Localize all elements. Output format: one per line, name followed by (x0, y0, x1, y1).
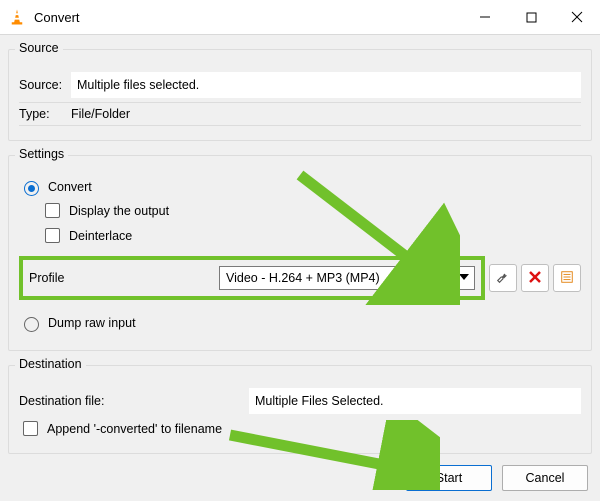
settings-legend: Settings (15, 147, 68, 161)
maximize-button[interactable] (508, 0, 554, 34)
profile-label: Profile (29, 271, 209, 285)
source-label: Source: (19, 78, 71, 92)
edit-profile-button[interactable] (489, 264, 517, 292)
destination-file-label: Destination file: (19, 394, 249, 408)
source-field[interactable] (71, 72, 581, 98)
append-row[interactable]: Append '-converted' to filename (19, 418, 581, 439)
start-button[interactable]: Start (406, 465, 492, 491)
vlc-cone-icon (8, 8, 26, 26)
display-output-row[interactable]: Display the output (41, 200, 581, 221)
wrench-icon (496, 270, 510, 287)
window-title: Convert (34, 10, 80, 25)
deinterlace-row[interactable]: Deinterlace (41, 225, 581, 246)
append-label: Append '-converted' to filename (47, 422, 222, 436)
dump-radio-label: Dump raw input (48, 316, 136, 330)
destination-group: Destination Destination file: Append '-c… (8, 365, 592, 454)
destination-file-field[interactable] (249, 388, 581, 414)
append-checkbox[interactable] (23, 421, 38, 436)
profile-value: Video - H.264 + MP3 (MP4) (226, 271, 380, 285)
dialog-footer: Start Cancel (406, 465, 588, 491)
profile-select[interactable]: Video - H.264 + MP3 (MP4) (219, 266, 475, 290)
divider (19, 102, 581, 103)
source-legend: Source (15, 41, 63, 55)
convert-radio-label: Convert (48, 180, 92, 194)
source-group: Source Source: Type: File/Folder (8, 49, 592, 141)
close-button[interactable] (554, 0, 600, 34)
x-icon (529, 271, 541, 286)
minimize-button[interactable] (462, 0, 508, 34)
titlebar: Convert (0, 0, 600, 35)
new-profile-icon (560, 270, 574, 287)
delete-profile-button[interactable] (521, 264, 549, 292)
cancel-button[interactable]: Cancel (502, 465, 588, 491)
display-output-label: Display the output (69, 204, 169, 218)
display-output-checkbox[interactable] (45, 203, 60, 218)
type-value: File/Folder (71, 107, 130, 121)
settings-group: Settings Convert Display the output Dein… (8, 155, 592, 351)
dump-radio[interactable] (24, 317, 39, 332)
profile-highlight: Profile Video - H.264 + MP3 (MP4) (19, 256, 485, 300)
deinterlace-label: Deinterlace (69, 229, 132, 243)
deinterlace-checkbox[interactable] (45, 228, 60, 243)
type-label: Type: (19, 107, 71, 121)
destination-legend: Destination (15, 357, 86, 371)
divider (19, 125, 581, 126)
new-profile-button[interactable] (553, 264, 581, 292)
dump-radio-row[interactable]: Dump raw input (19, 314, 581, 332)
convert-radio[interactable] (24, 181, 39, 196)
convert-dialog: Convert Source Source: Type: File/Folder… (0, 0, 600, 501)
convert-radio-row[interactable]: Convert (19, 178, 581, 196)
chevron-down-icon (458, 271, 470, 286)
